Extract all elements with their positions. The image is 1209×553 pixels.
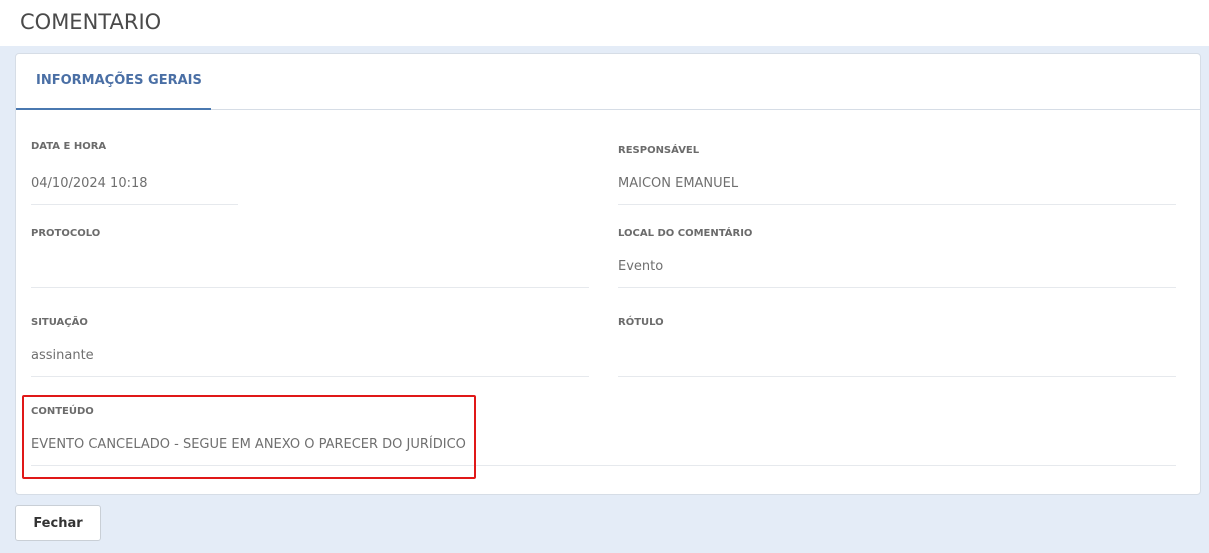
close-button[interactable]: Fechar bbox=[15, 505, 101, 541]
highlight-annotation-box bbox=[22, 395, 476, 479]
field-label: DATA E HORA bbox=[31, 141, 107, 152]
field-situacao: SITUAÇÃO assinante bbox=[31, 316, 589, 378]
field-value: Evento bbox=[618, 259, 664, 274]
field-divider bbox=[31, 204, 238, 205]
field-divider bbox=[31, 287, 589, 288]
field-divider bbox=[618, 204, 1176, 205]
tab-informacoes-gerais[interactable]: INFORMAÇÕES GERAIS bbox=[16, 54, 211, 110]
field-label: LOCAL DO COMENTÁRIO bbox=[618, 228, 753, 239]
field-value: 04/10/2024 10:18 bbox=[31, 176, 148, 191]
field-divider bbox=[31, 376, 589, 377]
field-label: RESPONSÁVEL bbox=[618, 145, 700, 156]
field-responsavel: RESPONSÁVEL MAICON EMANUEL bbox=[618, 140, 1176, 206]
field-label: PROTOCOLO bbox=[31, 228, 101, 239]
field-divider bbox=[618, 376, 1176, 377]
field-value: assinante bbox=[31, 348, 94, 363]
tab-bar: INFORMAÇÕES GERAIS bbox=[16, 54, 1200, 110]
field-local-comentario: LOCAL DO COMENTÁRIO Evento bbox=[618, 227, 1176, 289]
page-header: COMENTARIO bbox=[0, 0, 1209, 46]
page-title: COMENTARIO bbox=[20, 10, 162, 34]
field-rotulo: RÓTULO bbox=[618, 316, 1176, 378]
field-data-hora: DATA E HORA 04/10/2024 10:18 bbox=[31, 140, 238, 206]
field-protocolo: PROTOCOLO bbox=[31, 227, 589, 289]
field-divider bbox=[618, 287, 1176, 288]
field-value: MAICON EMANUEL bbox=[618, 176, 739, 191]
field-label: SITUAÇÃO bbox=[31, 317, 88, 328]
field-label: RÓTULO bbox=[618, 317, 664, 328]
tab-label: INFORMAÇÕES GERAIS bbox=[36, 73, 202, 88]
